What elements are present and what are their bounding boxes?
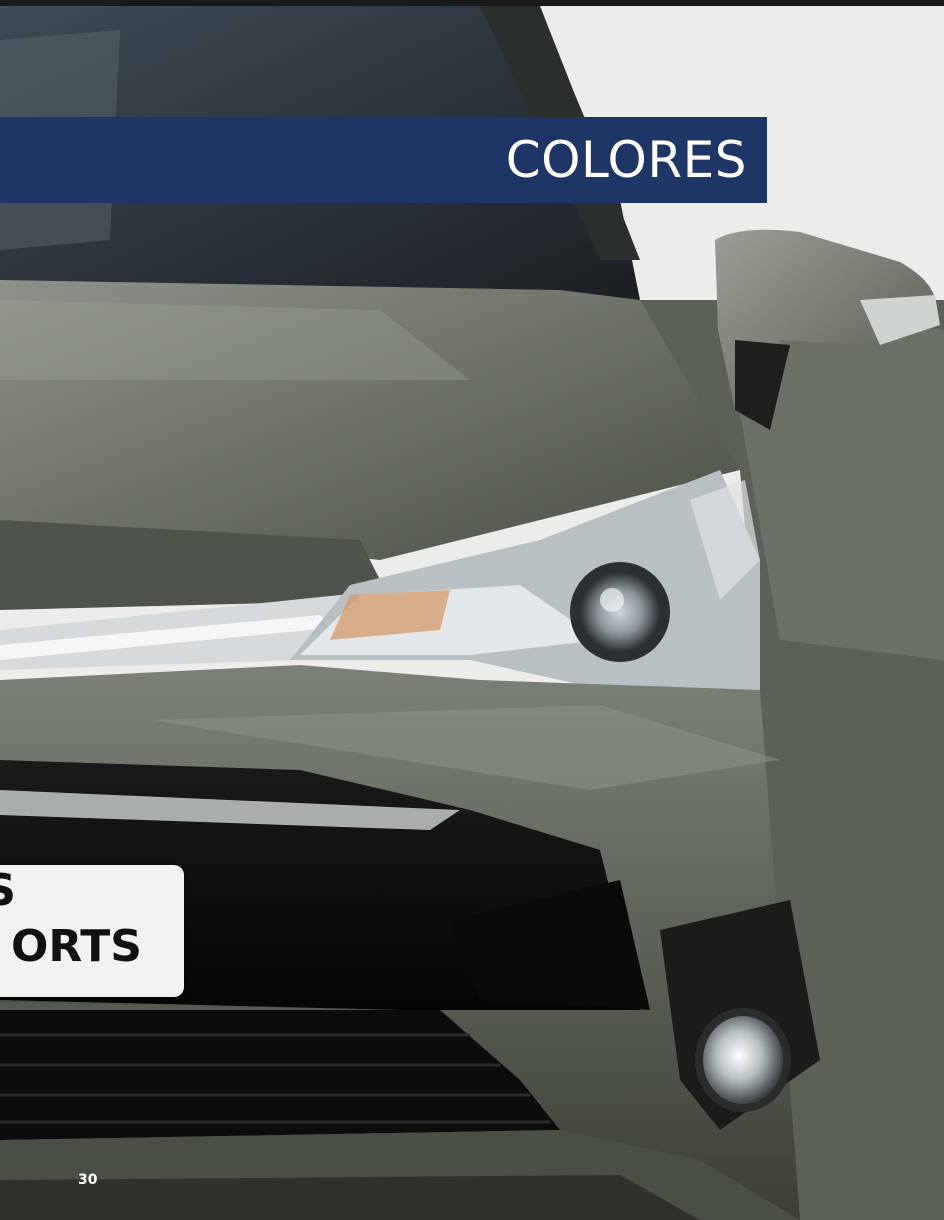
plate-text-line1: S: [0, 865, 16, 916]
top-edge-strip: [0, 0, 944, 6]
page-title: COLORES: [505, 131, 747, 189]
page-number: 30: [78, 1172, 98, 1188]
title-banner: COLORES: [0, 117, 767, 203]
license-plate: S ORTS: [0, 865, 184, 997]
brochure-page: COLORES S ORTS 30: [0, 0, 944, 1220]
plate-text-line2: ORTS: [10, 921, 142, 972]
